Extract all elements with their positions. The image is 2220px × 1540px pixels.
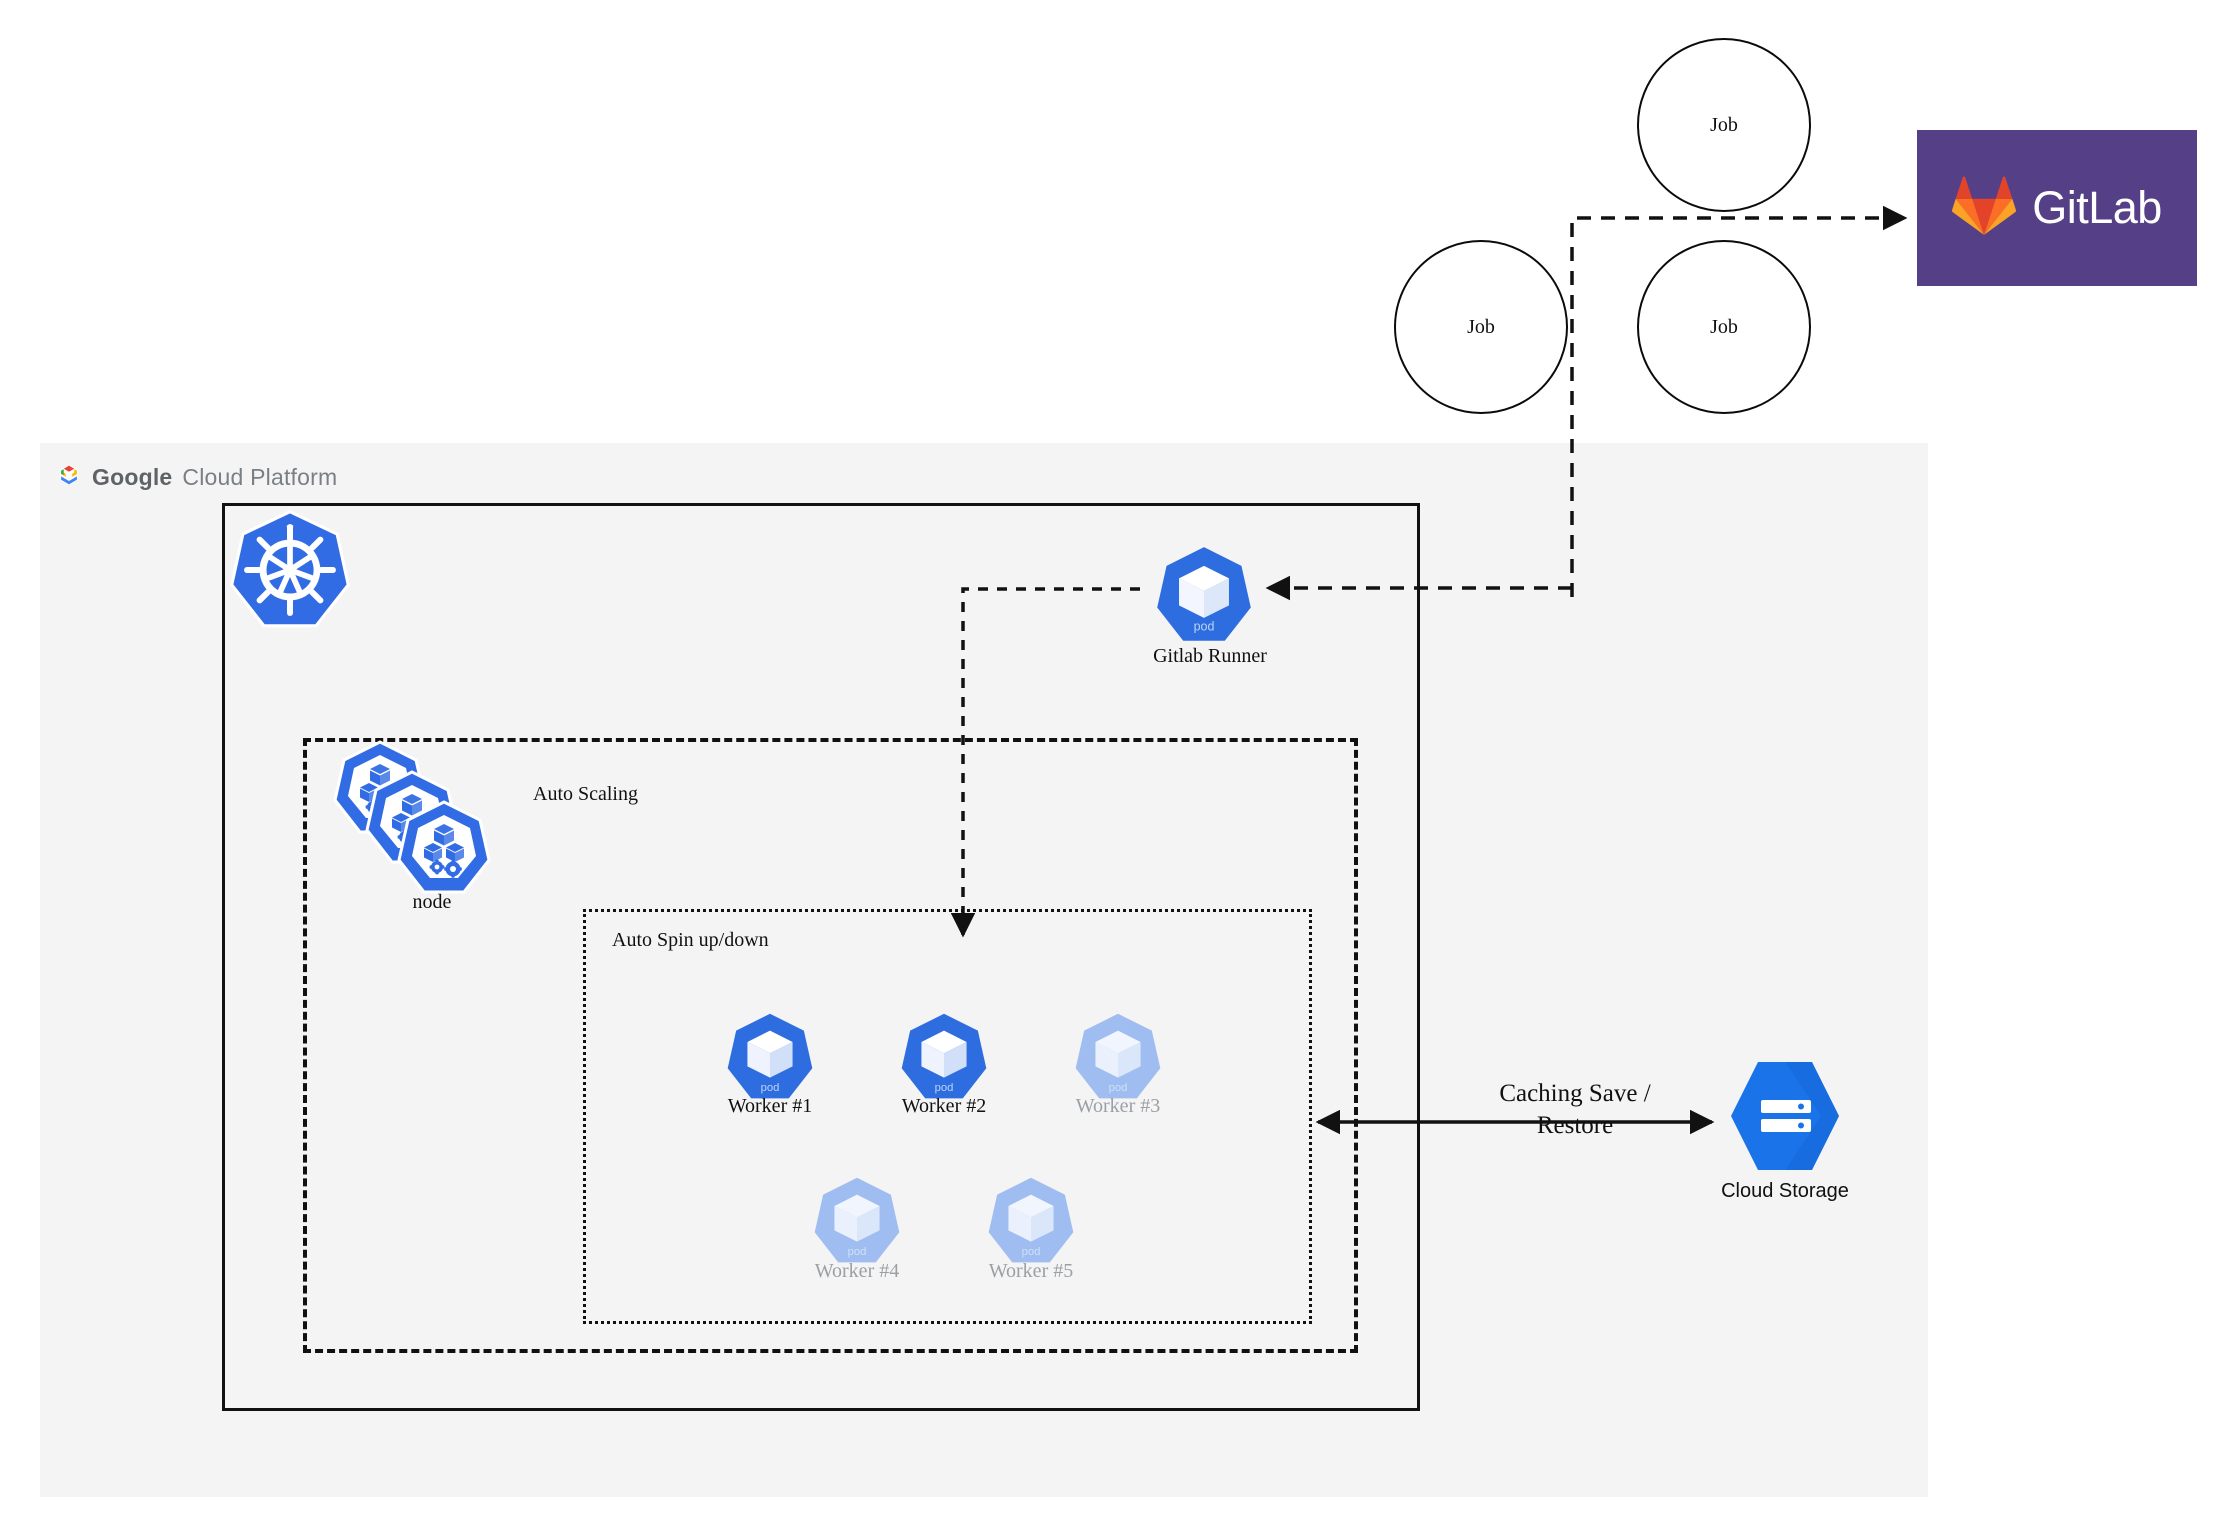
job-circle-1: Job xyxy=(1637,38,1811,212)
gitlab-runner-label: Gitlab Runner xyxy=(1153,645,1267,667)
svg-text:pod: pod xyxy=(935,1082,954,1094)
svg-text:pod: pod xyxy=(1109,1082,1128,1094)
worker-1-label: Worker #1 xyxy=(727,1095,813,1117)
google-cloud-platform-header: Google Cloud Platform xyxy=(56,460,337,494)
gcp-brand-bold: Google xyxy=(92,463,173,490)
worker-2-pod-icon: pod xyxy=(897,1010,991,1104)
auto-spin-label: Auto Spin up/down xyxy=(612,929,769,951)
kubernetes-helm-icon xyxy=(228,508,352,632)
worker-2-label: Worker #2 xyxy=(901,1095,987,1117)
gitlab-logo-box: GitLab xyxy=(1917,130,2197,286)
caching-label-line-2: Restore xyxy=(1536,1112,1614,1139)
gitlab-wordmark: GitLab xyxy=(2032,182,2162,233)
svg-text:pod: pod xyxy=(1022,1246,1041,1258)
gcp-brand-light: Cloud Platform xyxy=(182,463,338,490)
google-cloud-storage-icon xyxy=(1725,1058,1845,1174)
worker-4-pod-icon: pod xyxy=(810,1174,904,1268)
caching-save-restore-label: Caching Save / Restore xyxy=(1455,1078,1695,1142)
gitlab-tanuki-icon xyxy=(1952,175,2017,242)
worker-3-pod-icon: pod xyxy=(1071,1010,1165,1104)
job-circle-3: Job xyxy=(1637,240,1811,414)
worker-5-label: Worker #5 xyxy=(988,1260,1074,1282)
svg-text:pod: pod xyxy=(848,1246,867,1258)
diagram-canvas: Google Cloud Platform Auto Scaling node … xyxy=(0,0,2220,1540)
worker-4-label: Worker #4 xyxy=(814,1260,900,1282)
worker-3-label: Worker #3 xyxy=(1075,1095,1161,1117)
node-stack-label: node xyxy=(412,891,452,913)
auto-scaling-label: Auto Scaling xyxy=(533,783,638,805)
svg-text:pod: pod xyxy=(1194,619,1215,633)
job-circle-2: Job xyxy=(1394,240,1568,414)
cloud-storage-label: Cloud Storage xyxy=(1721,1180,1849,1202)
worker-1-pod-icon: pod xyxy=(723,1010,817,1104)
kubernetes-pod-icon: pod xyxy=(1152,543,1256,647)
caching-label-line-1: Caching Save / xyxy=(1499,1080,1651,1107)
svg-text:pod: pod xyxy=(761,1082,780,1094)
google-cloud-hexagon-icon xyxy=(56,462,82,493)
worker-5-pod-icon: pod xyxy=(984,1174,1078,1268)
